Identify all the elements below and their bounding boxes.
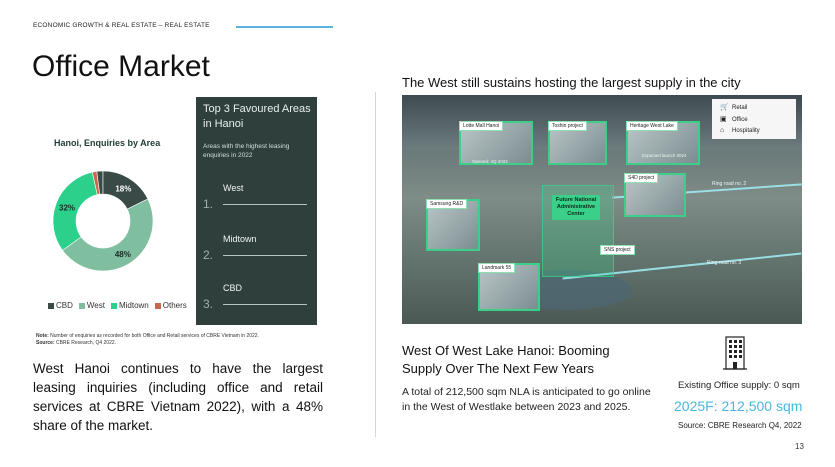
- favoured-label: Midtown: [223, 234, 257, 244]
- legend-label: West: [86, 301, 105, 310]
- samsung-label: Samsung R&D: [426, 199, 468, 209]
- favoured-num: 2.: [203, 248, 214, 262]
- ring-road-3-label: Ring road no. 3: [707, 260, 742, 266]
- legend-office: ▣ Office: [720, 115, 748, 123]
- favoured-num: 1.: [203, 197, 214, 211]
- heritage-label: Heritage West Lake: [626, 121, 678, 131]
- office-building-icon: [723, 336, 747, 370]
- legend-item-others: Others: [154, 301, 187, 310]
- lotte-caption: Opened: 4Q 2022: [472, 159, 508, 164]
- map-legend: 🛒 Retail ▣ Office ⌂ Hospitality: [712, 99, 796, 139]
- favoured-rule: [223, 255, 307, 256]
- favoured-item-2: 2. Midtown: [203, 234, 307, 262]
- source-label: Source:: [36, 339, 55, 346]
- stats-source: Source: CBRE Research Q4, 2022: [678, 421, 802, 430]
- legend-label: Midtown: [118, 301, 149, 310]
- legend-retail-label: Retail: [732, 105, 748, 111]
- favoured-label: West: [223, 183, 244, 193]
- page-title: Office Market: [32, 50, 210, 83]
- donut-label-others: 18%: [115, 184, 131, 193]
- legend-item-cbd: CBD: [48, 301, 73, 310]
- donut-title: Hanoi, Enquiries by Area: [54, 138, 161, 148]
- favoured-item-3: 3. CBD: [203, 283, 307, 311]
- legend-swatch: [154, 302, 161, 309]
- chart-note: Note: Number of enquiries as recorded fo…: [36, 333, 336, 346]
- legend-retail: 🛒 Retail: [720, 103, 747, 111]
- landmark-label: Landmark 55: [478, 263, 516, 273]
- favoured-areas-panel: Top 3 Favoured Areas in Hanoi Areas with…: [196, 97, 317, 325]
- donut-chart: 18% 48% 32%: [52, 170, 154, 272]
- s4d-label: S4D project: [624, 173, 659, 183]
- legend-office-label: Office: [732, 117, 748, 123]
- legend-hospitality: ⌂ Hospitality: [720, 127, 760, 134]
- legend-label: CBD: [56, 301, 73, 310]
- lotte-label: Lotte Mall Hanoi: [459, 121, 504, 131]
- cart-icon: 🛒: [720, 104, 729, 111]
- existing-supply: Existing Office supply: 0 sqm: [678, 380, 800, 391]
- favoured-rule: [223, 204, 307, 205]
- favoured-label: CBD: [223, 283, 243, 293]
- favoured-rule: [223, 304, 307, 305]
- section-label: ECONOMIC GROWTH & REAL ESTATE – REAL EST…: [33, 22, 210, 29]
- donut-label-west: 48%: [115, 250, 131, 259]
- right-heading: The West still sustains hosting the larg…: [402, 75, 741, 90]
- favoured-subtitle: Areas with the highest leasing enquiries…: [203, 143, 290, 159]
- forecast-supply: 2025F: 212,500 sqm: [674, 398, 803, 414]
- favoured-title: Top 3 Favoured Areas in Hanoi: [203, 103, 311, 130]
- office-icon: ▣: [720, 116, 727, 123]
- legend-swatch: [110, 302, 117, 309]
- left-body-text: West Hanoi continues to have the largest…: [33, 361, 323, 433]
- toshin-label: Toshin project: [548, 121, 587, 131]
- page-number: 13: [795, 442, 804, 451]
- hospitality-icon: ⌂: [720, 127, 725, 134]
- sns-label: SNS project: [600, 245, 635, 255]
- legend-label: Others: [162, 301, 187, 310]
- favoured-item-1: 1. West: [203, 183, 307, 211]
- right-subhead: West Of West Lake Hanoi: Booming Supply …: [402, 343, 610, 376]
- column-divider: [375, 92, 376, 437]
- donut-label-midtown: 32%: [59, 203, 75, 212]
- ring-road-2-label: Ring road no. 2: [712, 181, 747, 187]
- legend-swatch: [78, 302, 85, 309]
- heritage-caption: Expected launch 2024: [642, 153, 687, 158]
- supply-map: Lotte Mall Hanoi Opened: 4Q 2022 Toshin …: [402, 95, 802, 324]
- legend-item-west: West: [78, 301, 105, 310]
- future-center-label: Future National Administrative Center: [552, 195, 600, 220]
- source-text: CBRE Research, Q4 2022.: [54, 339, 117, 346]
- donut-legend: CBD West Midtown Others: [48, 301, 187, 310]
- right-body-text: A total of 212,500 sqm NLA is anticipate…: [402, 386, 651, 413]
- legend-hospitality-label: Hospitality: [732, 128, 760, 134]
- favoured-num: 3.: [203, 297, 214, 311]
- legend-item-midtown: Midtown: [110, 301, 149, 310]
- legend-swatch: [48, 302, 54, 309]
- note-label: Note:: [36, 333, 49, 339]
- header-rule: [236, 26, 333, 28]
- note-text: Number of enquiries as recorded for both…: [48, 333, 259, 339]
